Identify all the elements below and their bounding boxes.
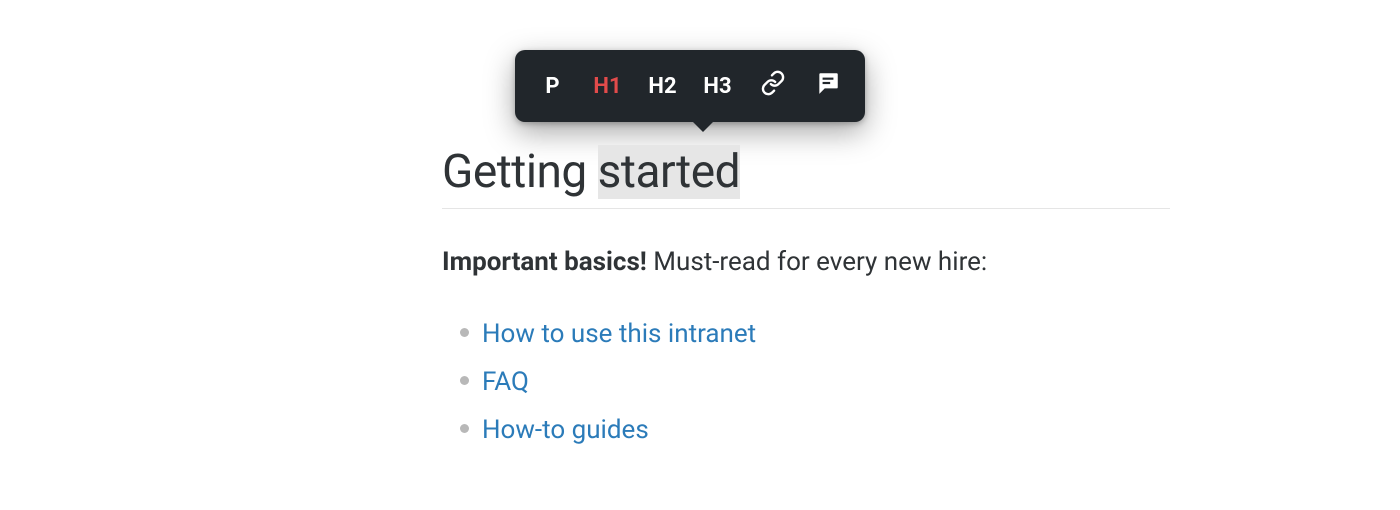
list-item: How-to guides: [482, 406, 1170, 454]
heading-wrap: Getting started: [442, 145, 1170, 209]
heading1-button[interactable]: H1: [580, 50, 635, 122]
list-item: How to use this intranet: [482, 310, 1170, 358]
heading2-button[interactable]: H2: [635, 50, 690, 122]
intro-rest: Must-read for every new hire:: [647, 247, 987, 277]
paragraph-button[interactable]: P: [525, 50, 580, 122]
comment-icon: [815, 70, 841, 102]
intro-paragraph[interactable]: Important basics! Must-read for every ne…: [442, 245, 1170, 280]
intro-bold: Important basics!: [442, 247, 647, 277]
page-title[interactable]: Getting started: [442, 145, 1170, 200]
link-faq[interactable]: FAQ: [482, 367, 529, 397]
link-button[interactable]: [745, 50, 800, 122]
comment-button[interactable]: [800, 50, 855, 122]
link-how-to-guides[interactable]: How-to guides: [482, 415, 649, 445]
link-icon: [760, 70, 786, 102]
list-item: FAQ: [482, 358, 1170, 406]
formatting-toolbar: P H1 H2 H3: [515, 50, 865, 122]
document-content[interactable]: Getting started Important basics! Must-r…: [442, 145, 1170, 455]
links-list: How to use this intranet FAQ How-to guid…: [442, 310, 1170, 454]
link-how-to-use[interactable]: How to use this intranet: [482, 319, 756, 349]
heading-prefix: Getting: [442, 145, 598, 199]
heading-selection: started: [598, 145, 740, 199]
heading3-button[interactable]: H3: [690, 50, 745, 122]
